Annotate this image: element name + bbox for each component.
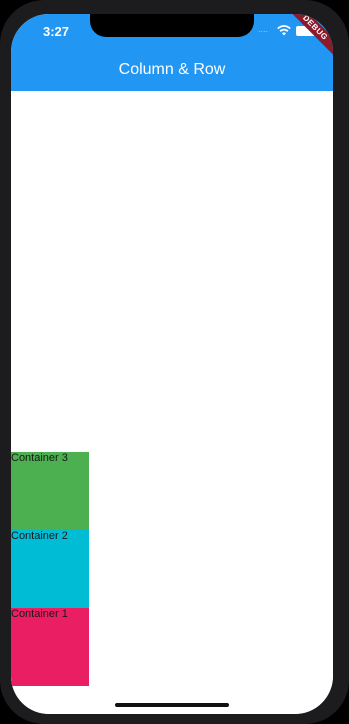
container-2-label: Container 2 <box>11 530 68 542</box>
home-indicator[interactable] <box>115 703 229 707</box>
notch <box>90 14 254 37</box>
wifi-icon <box>277 25 291 36</box>
app-title: Column & Row <box>118 61 226 78</box>
container-3-label: Container 3 <box>11 452 68 464</box>
app-screen: 3:27 .... Column & Row DEBUG Container 3… <box>11 14 333 714</box>
debug-banner: DEBUG <box>282 14 333 61</box>
app-bar: 3:27 .... Column & Row DEBUG <box>11 14 333 91</box>
body-area: Container 3 Container 2 Container 1 <box>11 91 333 714</box>
status-time: 3:27 <box>43 24 70 39</box>
container-1: Container 1 <box>11 608 89 686</box>
container-3: Container 3 <box>11 452 89 530</box>
container-1-label: Container 1 <box>11 608 68 620</box>
phone-frame: 3:27 .... Column & Row DEBUG Container 3… <box>0 0 349 724</box>
signal-icon: .... <box>258 24 269 34</box>
container-2: Container 2 <box>11 530 89 608</box>
